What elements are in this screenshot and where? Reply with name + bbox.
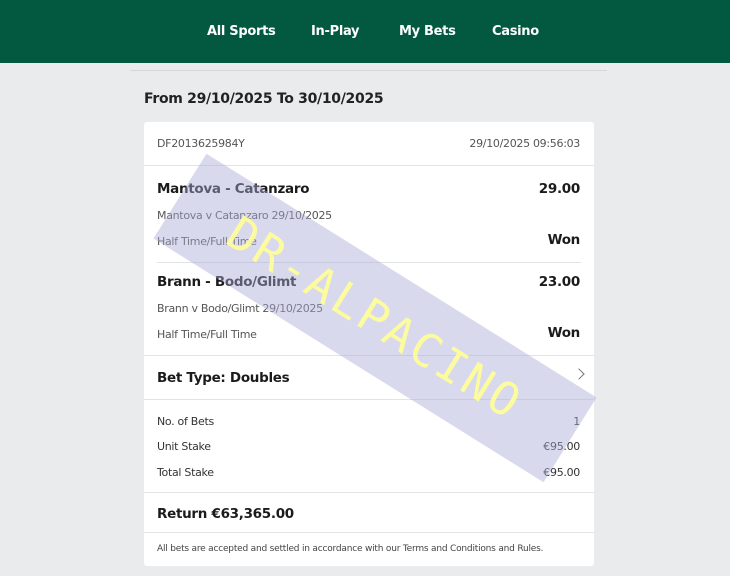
selection-market: Half Time/Full Time (157, 235, 257, 248)
bet-type-row[interactable]: Bet Type: Doubles (144, 356, 594, 399)
top-navigation-bar: All Sports In-Play My Bets Casino (0, 0, 730, 63)
unit-stake-value: €95.00 (543, 440, 580, 453)
bet-slip-card: DF2013625984Y 29/10/2025 09:56:03 Mantov… (144, 122, 594, 566)
bet-type-label: Bet Type: Doubles (157, 370, 290, 386)
selection-event: Brann v Bodo/Glimt 29/10/2025 (157, 302, 323, 315)
bet-datetime: 29/10/2025 09:56:03 (469, 137, 580, 150)
selection-odds: 29.00 (538, 181, 581, 197)
total-stake-value: €95.00 (543, 466, 580, 479)
header-divider (130, 70, 607, 71)
selection-market: Half Time/Full Time (157, 328, 257, 341)
bet-reference-id: DF2013625984Y (157, 137, 245, 150)
nav-in-play[interactable]: In-Play (311, 24, 360, 39)
num-bets-label: No. of Bets (157, 415, 214, 428)
row-divider (144, 165, 594, 166)
nav-casino[interactable]: Casino (492, 24, 539, 39)
nav-all-sports[interactable]: All Sports (207, 24, 276, 39)
selection-match: Brann - Bodo/Glimt (157, 274, 297, 290)
row-divider (144, 532, 594, 533)
unit-stake-label: Unit Stake (157, 440, 211, 453)
selection-divider (157, 262, 581, 263)
row-divider (144, 492, 594, 493)
terms-note: All bets are accepted and settled in acc… (157, 544, 544, 554)
selection-odds: 23.00 (538, 274, 581, 290)
nav-my-bets[interactable]: My Bets (399, 24, 456, 39)
return-amount: Return €63,365.00 (157, 506, 294, 522)
row-divider (144, 399, 594, 400)
date-range-title: From 29/10/2025 To 30/10/2025 (144, 91, 384, 107)
selection-match: Mantova - Catanzaro (157, 181, 310, 197)
selection-result: Won (547, 232, 581, 248)
num-bets-value: 1 (573, 415, 580, 428)
total-stake-label: Total Stake (157, 466, 214, 479)
selection-result: Won (547, 325, 581, 341)
selection-event: Mantova v Catanzaro 29/10/2025 (157, 209, 332, 222)
